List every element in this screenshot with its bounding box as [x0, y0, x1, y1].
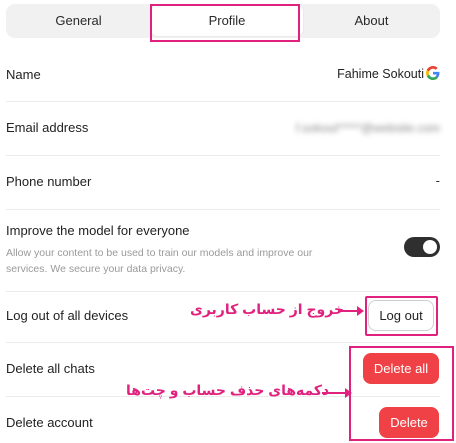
tab-general[interactable]: General [6, 4, 151, 38]
improve-model-toggle[interactable] [404, 237, 440, 257]
improve-model-row: Improve the model for everyone Allow you… [6, 209, 440, 292]
phone-row: Phone number - [6, 155, 440, 210]
improve-model-description: Allow your content to be used to train o… [6, 247, 313, 275]
logout-label: Log out of all devices [6, 308, 129, 323]
delete-buttons-highlight [349, 346, 454, 441]
toggle-knob [423, 240, 437, 254]
delete-chats-label: Delete all chats [6, 361, 95, 376]
name-row: Name Fahime Sokouti [6, 48, 440, 102]
logout-annotation: خروج از حساب کاربری [190, 301, 345, 317]
phone-label: Phone number [6, 174, 92, 189]
logout-arrow [338, 306, 364, 316]
name-value: Fahime Sokouti [337, 67, 424, 81]
google-icon [426, 66, 440, 80]
name-label: Name [6, 67, 41, 82]
tab-about[interactable]: About [303, 4, 440, 38]
delete-arrow [322, 388, 352, 398]
logout-button[interactable]: Log out [368, 300, 434, 331]
profile-tab-highlight [150, 4, 300, 42]
delete-account-label: Delete account [6, 415, 93, 430]
delete-annotation: دکمه‌های حذف حساب و چت‌ها [126, 382, 330, 398]
phone-value: - [435, 173, 440, 188]
email-row: Email address f.sokout*****@website.com [6, 101, 440, 156]
email-value: f.sokout*****@website.com [295, 121, 440, 135]
email-label: Email address [6, 120, 89, 135]
improve-model-label: Improve the model for everyone [6, 223, 190, 238]
